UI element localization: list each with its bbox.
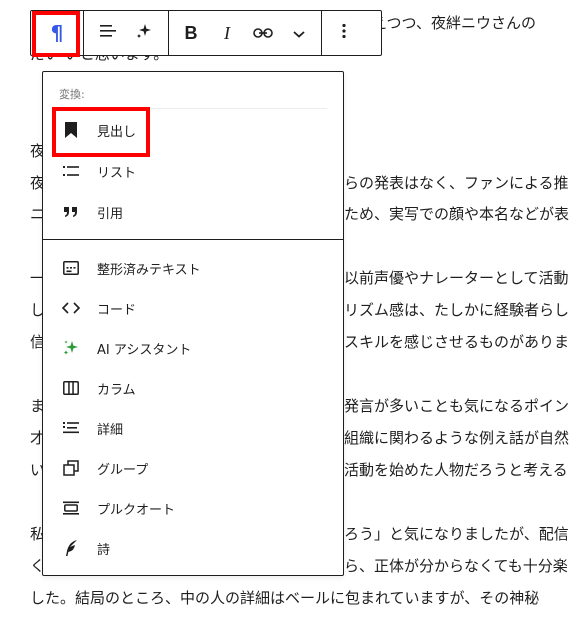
paragraph-text[interactable]: らの発表はなく、ファンによる推 (344, 173, 569, 193)
details-icon (59, 416, 83, 440)
menu-item-label: 整形済みテキスト (97, 262, 201, 278)
bold-button[interactable]: B (173, 11, 209, 55)
menu-item-label: プルクオート (97, 502, 176, 518)
menu-item-ai-assistant[interactable]: AI アシスタント (51, 330, 335, 366)
transform-menu: 変換: 見出し リスト 引用 整形済みテキスト コード AI アシスタント カラ… (42, 71, 344, 576)
paragraph-text[interactable]: 活動を始めた人物だろうと考える (344, 460, 568, 480)
sparkle-icon (59, 336, 83, 360)
options-group (322, 11, 366, 55)
menu-item-label: グループ (97, 462, 149, 478)
menu-item-label: 詳細 (97, 422, 124, 438)
block-toolbar: ¶ B I (30, 10, 382, 56)
align-left-icon (99, 23, 117, 44)
paragraph-text[interactable]: リズム感は、たしかに経験者らし (344, 300, 569, 320)
align-button[interactable] (90, 11, 126, 55)
menu-item-preformatted[interactable]: 整形済みテキスト (51, 250, 335, 286)
ai-assistant-button[interactable] (126, 11, 162, 55)
preformatted-icon (59, 256, 83, 280)
sparkle-icon (135, 22, 153, 45)
menu-title: 変換: (59, 88, 85, 101)
menu-item-columns[interactable]: カラム (51, 370, 335, 406)
menu-item-code[interactable]: コード (51, 290, 335, 326)
menu-item-label: コード (97, 302, 137, 318)
menu-item-heading[interactable]: 見出し (51, 112, 335, 148)
menu-item-label: 見出し (97, 124, 137, 140)
paragraph-text[interactable]: 以前声優やナレーターとして活動 (344, 268, 569, 288)
menu-title-divider (59, 108, 327, 109)
menu-item-details[interactable]: 詳細 (51, 410, 335, 446)
code-icon (59, 296, 83, 320)
menu-item-label: 引用 (97, 206, 124, 222)
options-button[interactable] (326, 11, 362, 55)
block-type-group: ¶ (31, 11, 84, 55)
menu-item-label: AI アシスタント (97, 342, 192, 358)
list-icon (59, 159, 83, 183)
menu-item-pullquote[interactable]: プルクオート (51, 490, 335, 526)
quote-icon (59, 200, 83, 224)
more-vertical-icon (342, 23, 346, 44)
paragraph-text[interactable]: した。結局のところ、中の人の詳細はベールに包まれていますが、その神秘 (30, 588, 539, 608)
menu-item-list[interactable]: リスト (51, 153, 335, 189)
format-group: B I (169, 11, 322, 55)
more-formats-button[interactable] (281, 11, 317, 55)
menu-item-label: リスト (97, 165, 137, 181)
paragraph-icon: ¶ (50, 21, 64, 45)
align-ai-group (84, 11, 169, 55)
paragraph-text[interactable]: 発言が多いことも気になるポイン (344, 396, 569, 416)
link-button[interactable] (245, 11, 281, 55)
paragraph-text[interactable]: ろう」と気になりましたが、配信 (344, 524, 569, 544)
menu-item-label: 詩 (97, 542, 111, 558)
menu-item-group[interactable]: グループ (51, 450, 335, 486)
paragraph-text[interactable]: スキルを感じさせるものがありま (344, 332, 569, 352)
editor-canvas: 踏まえつつ、夜絆ニウさんの だい いと思います。 夜 夜 らの発表はなく、ファン… (0, 0, 576, 621)
verse-icon (59, 536, 83, 560)
bookmark-icon (59, 118, 83, 142)
paragraph-text[interactable]: 組織に関わるような例え話が自然 (344, 428, 569, 448)
paragraph-transform-button[interactable]: ¶ (31, 11, 83, 55)
pullquote-icon (59, 496, 83, 520)
paragraph-text[interactable]: ら、正体が分からなくても十分楽 (344, 556, 568, 576)
chevron-down-icon (292, 23, 306, 44)
columns-icon (59, 376, 83, 400)
menu-item-verse[interactable]: 詩 (51, 530, 335, 566)
menu-divider (43, 239, 343, 240)
menu-item-quote[interactable]: 引用 (51, 194, 335, 230)
group-icon (59, 456, 83, 480)
paragraph-text[interactable]: ため、実写での顔や本名などが表 (344, 204, 569, 224)
menu-item-label: カラム (97, 382, 136, 398)
link-icon (253, 23, 273, 44)
italic-button[interactable]: I (209, 11, 245, 55)
